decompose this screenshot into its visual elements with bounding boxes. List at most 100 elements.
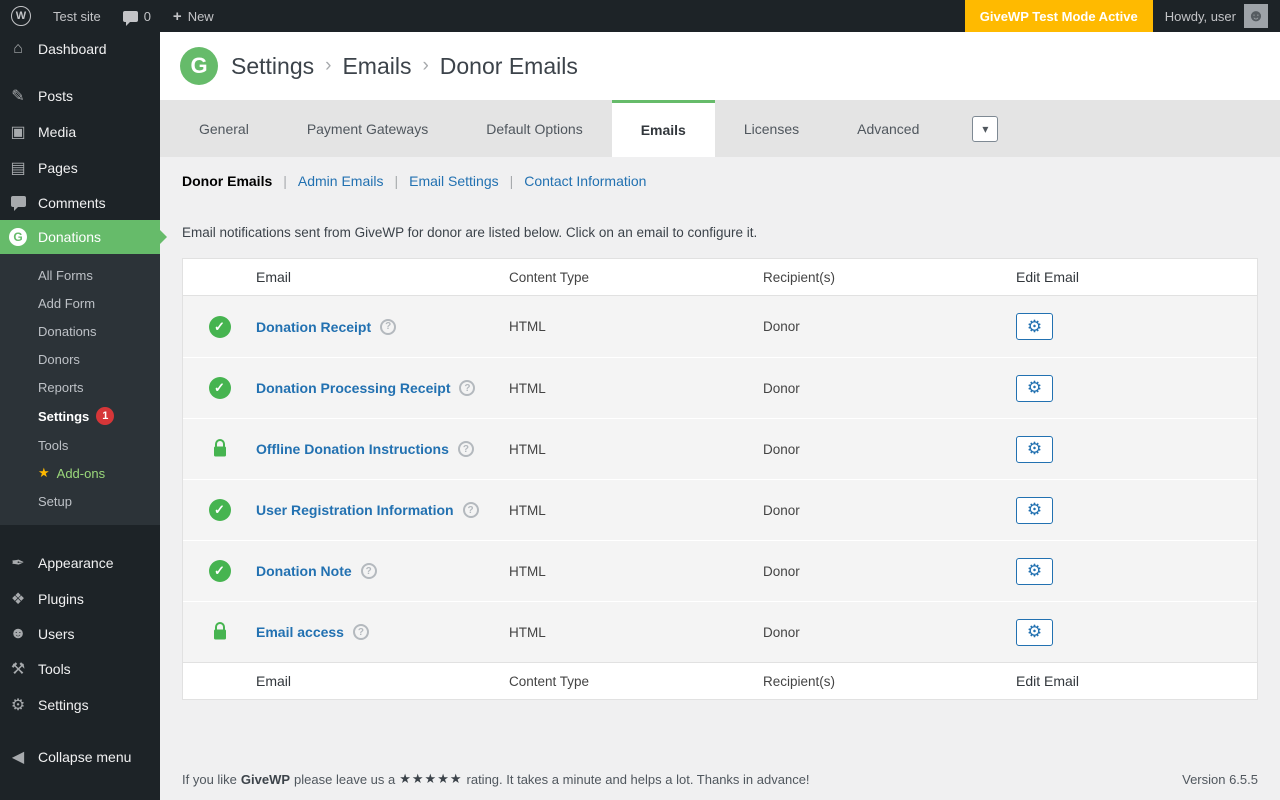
help-icon[interactable]: ?: [352, 624, 369, 640]
submenu-item-donors[interactable]: Donors: [0, 345, 160, 373]
gear-icon: ⚙: [1026, 378, 1043, 397]
tab-general[interactable]: General: [170, 100, 278, 157]
table-row: ✓ Donation Receipt ? HTML Donor ⚙: [183, 296, 1257, 357]
rating-stars-link[interactable]: ★★★★★: [399, 771, 462, 787]
content-type-column-header: Content Type: [509, 269, 590, 285]
settings-content: Donor Emails | Admin Emails | Email Sett…: [160, 157, 1280, 700]
gear-icon: ⚙: [1026, 622, 1043, 641]
tab-advanced[interactable]: Advanced: [828, 100, 948, 157]
tab-payment-gateways[interactable]: Payment Gateways: [278, 100, 457, 157]
content-type-column-footer: Content Type: [509, 673, 590, 689]
settings-tab-bar: General Payment Gateways Default Options…: [160, 100, 1280, 157]
submenu-item-tools[interactable]: Tools: [0, 431, 160, 459]
edit-email-button[interactable]: ⚙: [1016, 496, 1053, 524]
email-name-link[interactable]: Email access: [256, 624, 344, 640]
help-icon[interactable]: ?: [457, 441, 474, 457]
settings-icon: ⚙: [10, 697, 26, 714]
email-cell: Donation Processing Receipt ?: [256, 380, 509, 396]
sidebar-item-label: Tools: [38, 661, 71, 677]
recipient-cell: Donor: [763, 502, 800, 518]
page-description: Email notifications sent from GiveWP for…: [182, 225, 758, 240]
sidebar-item-settings[interactable]: ⚙ Settings: [0, 687, 160, 723]
submenu-item-add-ons[interactable]: ★ Add-ons: [0, 459, 160, 487]
edit-cell: ⚙: [1016, 374, 1257, 402]
recipient-cell: Donor: [763, 380, 800, 396]
edit-email-button[interactable]: ⚙: [1016, 374, 1053, 402]
subnav-email-settings[interactable]: Email Settings: [409, 173, 498, 189]
recipient-cell: Donor: [763, 319, 800, 334]
recipient-cell: Donor: [763, 624, 800, 640]
collapse-menu-button[interactable]: ◀ Collapse menu: [0, 739, 160, 775]
edit-email-button[interactable]: ⚙: [1016, 313, 1053, 340]
submenu-item-reports[interactable]: Reports: [0, 373, 160, 401]
submenu-item-settings[interactable]: Settings 1: [0, 401, 160, 431]
sidebar-item-comments[interactable]: Comments: [0, 186, 160, 220]
sidebar-item-donations[interactable]: G Donations: [0, 220, 167, 254]
subnav-donor-emails[interactable]: Donor Emails: [182, 173, 272, 189]
submenu-item-donations[interactable]: Donations: [0, 317, 160, 345]
table-row: Email access ? HTML Donor ⚙: [183, 601, 1257, 662]
edit-email-button[interactable]: ⚙: [1016, 618, 1053, 646]
status-cell: ✓: [183, 560, 256, 582]
content-type-cell: HTML: [509, 319, 546, 334]
users-icon: ☻: [9, 625, 27, 642]
breadcrumb-emails[interactable]: Emails: [342, 53, 411, 80]
sidebar-item-dashboard[interactable]: ⌂ Dashboard: [0, 32, 160, 66]
sidebar-item-users[interactable]: ☻ Users: [0, 617, 160, 651]
help-icon[interactable]: ?: [459, 380, 476, 396]
email-name-link[interactable]: Donation Processing Receipt: [256, 380, 450, 396]
edit-email-button[interactable]: ⚙: [1016, 557, 1053, 585]
email-name-link[interactable]: User Registration Information: [256, 502, 454, 518]
main-area: G Settings › Emails › Donor Emails Gener…: [160, 32, 1280, 800]
update-count-badge: 1: [96, 407, 115, 425]
wordpress-menu[interactable]: W: [0, 0, 42, 32]
email-name-link[interactable]: Donation Note: [256, 563, 352, 579]
sidebar-item-tools[interactable]: ⚒ Tools: [0, 651, 160, 687]
subnav-contact-information[interactable]: Contact Information: [524, 173, 646, 189]
status-cell: [183, 438, 256, 461]
email-cell: User Registration Information ?: [256, 502, 509, 518]
tab-licenses[interactable]: Licenses: [715, 100, 828, 157]
help-icon[interactable]: ?: [462, 502, 479, 518]
givewp-test-mode-badge[interactable]: GiveWP Test Mode Active: [964, 0, 1153, 32]
comments-shortcut[interactable]: 0: [112, 0, 162, 32]
sidebar-item-plugins[interactable]: ❖ Plugins: [0, 581, 160, 617]
site-name-link[interactable]: Test site: [42, 0, 112, 32]
table-row: ✓ User Registration Information ? HTML D…: [183, 479, 1257, 540]
breadcrumb-settings[interactable]: Settings: [231, 53, 314, 80]
submenu-item-setup[interactable]: Setup: [0, 487, 160, 515]
sidebar-item-label: Dashboard: [38, 41, 107, 57]
email-name-link[interactable]: Donation Receipt: [256, 319, 371, 335]
admin-sidebar: ⌂ Dashboard ✎ Posts ▣ Media ▤ Pages Comm…: [0, 32, 167, 800]
email-name-link[interactable]: Offline Donation Instructions: [256, 441, 449, 457]
sidebar-item-media[interactable]: ▣ Media: [0, 114, 160, 150]
sidebar-item-label: Plugins: [38, 591, 84, 607]
more-tabs-button[interactable]: ▾: [972, 115, 999, 142]
content-type-cell: HTML: [509, 624, 546, 640]
tab-emails[interactable]: Emails: [611, 100, 715, 157]
tools-icon: ⚒: [10, 661, 26, 678]
recipient-cell: Donor: [763, 441, 800, 457]
chevron-down-icon: ▾: [982, 121, 989, 136]
comments-icon: [8, 194, 28, 212]
submenu-item-add-form[interactable]: Add Form: [0, 289, 160, 317]
sidebar-item-pages[interactable]: ▤ Pages: [0, 150, 160, 186]
subnav-admin-emails[interactable]: Admin Emails: [298, 173, 384, 189]
new-content-menu[interactable]: + New: [162, 0, 225, 32]
email-cell: Donation Receipt ?: [256, 318, 509, 335]
account-menu[interactable]: Howdy, user ☻: [1153, 0, 1280, 32]
plus-icon: +: [172, 7, 182, 25]
tab-default-options[interactable]: Default Options: [457, 100, 612, 157]
collapse-label: Collapse menu: [38, 749, 132, 765]
email-section-subnav: Donor Emails | Admin Emails | Email Sett…: [182, 173, 1258, 189]
edit-email-button[interactable]: ⚙: [1016, 435, 1053, 463]
help-icon[interactable]: ?: [360, 563, 377, 579]
submenu-item-all-forms[interactable]: All Forms: [0, 261, 160, 289]
gear-icon: ⚙: [1026, 500, 1043, 519]
sidebar-item-posts[interactable]: ✎ Posts: [0, 78, 160, 114]
sidebar-item-appearance[interactable]: ✒ Appearance: [0, 545, 160, 581]
help-icon[interactable]: ?: [380, 318, 397, 335]
breadcrumb: Settings › Emails › Donor Emails: [231, 53, 578, 80]
donations-submenu: All Forms Add Form Donations Donors Repo…: [0, 254, 160, 525]
status-cell: ✓: [183, 499, 256, 521]
